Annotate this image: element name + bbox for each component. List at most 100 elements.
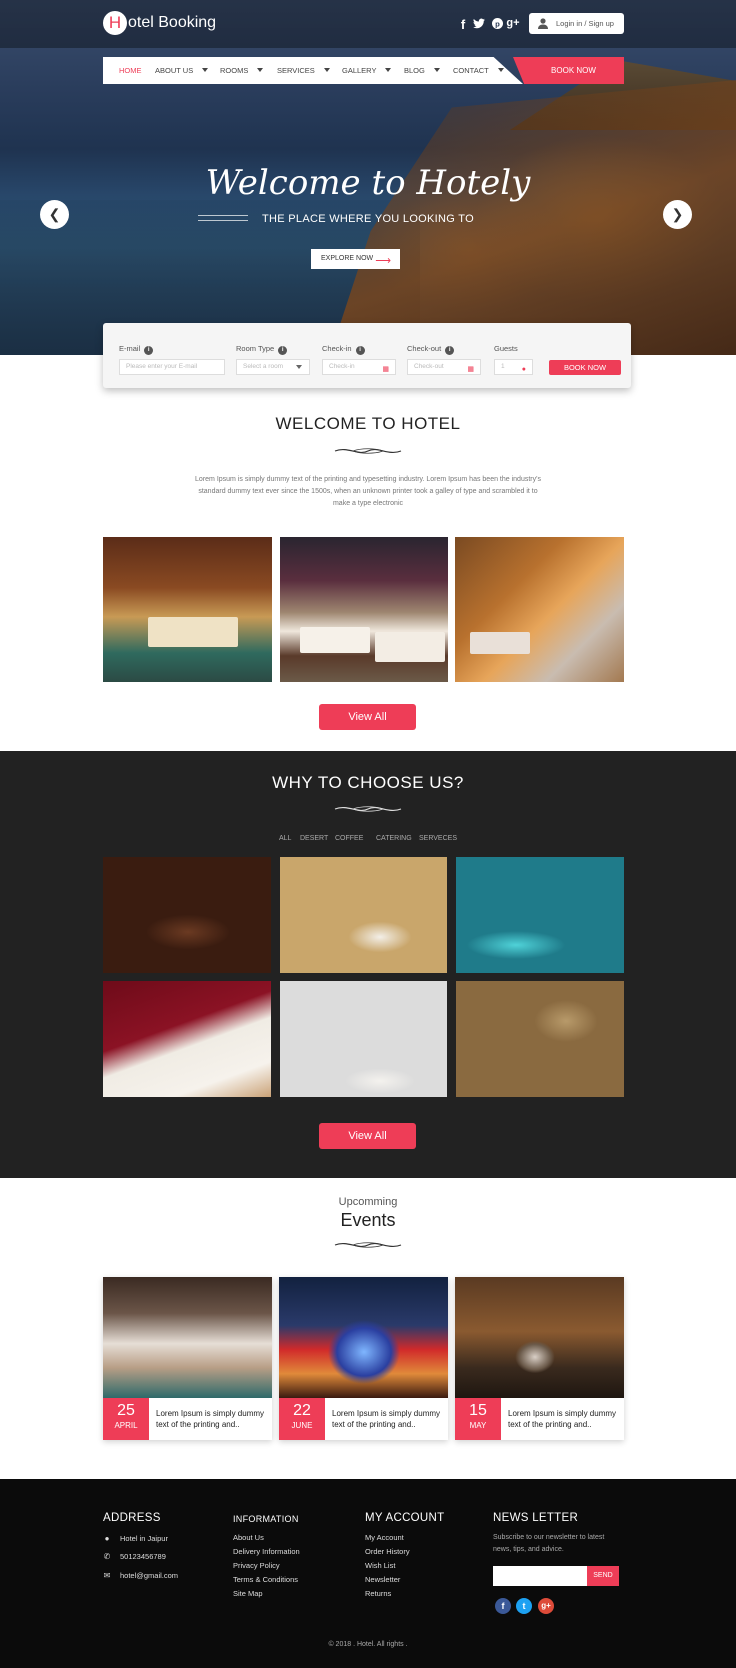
checkin-label: Check-in i: [322, 344, 365, 355]
footer-link-newsletter[interactable]: Newsletter: [365, 1575, 400, 1584]
gallery-tile-appetizer[interactable]: [103, 981, 271, 1097]
room-photo-2: [280, 537, 448, 682]
caret-down-icon: [202, 68, 209, 72]
facebook-icon[interactable]: f: [456, 17, 470, 32]
caret-down-icon: [296, 365, 302, 369]
chevron-left-icon[interactable]: ❮: [40, 200, 69, 229]
bed: [300, 627, 370, 653]
info-icon: i: [355, 346, 365, 355]
email-field[interactable]: Please enter your E-mail: [119, 359, 225, 375]
google-plus-icon[interactable]: g+: [538, 1598, 554, 1614]
gallery-tile-chef[interactable]: [280, 981, 447, 1097]
nav-services[interactable]: SERVICES: [277, 66, 330, 75]
calendar-icon: ▦: [382, 366, 389, 373]
logo-text[interactable]: otel Booking: [128, 14, 216, 32]
footer-account-heading: MY ACCOUNT: [365, 1512, 445, 1524]
event-text: Lorem Ipsum is simply dummy text of the …: [332, 1409, 441, 1429]
gallery-tile-pool[interactable]: [456, 857, 624, 973]
event-date: 22 JUNE: [279, 1398, 325, 1440]
filter-services[interactable]: SERVECES: [419, 835, 457, 842]
footer-location: Hotel in Jaipur: [120, 1534, 168, 1543]
footer-link-about-us[interactable]: About Us: [233, 1533, 264, 1542]
calendar-icon: ▦: [467, 366, 474, 373]
booking-submit-button[interactable]: BOOK NOW: [549, 360, 621, 375]
caret-down-icon: [385, 68, 392, 72]
login-signup-button[interactable]: Login in / Sign up: [529, 13, 624, 34]
event-date: 25 APRIL: [103, 1398, 149, 1440]
caret-down-icon: [323, 68, 330, 72]
nav-contact[interactable]: CONTACT: [453, 66, 504, 75]
event-image: [103, 1277, 272, 1398]
room-photo-1: [103, 537, 272, 682]
footer-link-my-account[interactable]: My Account: [365, 1533, 404, 1542]
footer-link-sitemap[interactable]: Site Map: [233, 1589, 263, 1598]
hero-subtitle: THE PLACE WHERE YOU LOOKING TO: [262, 213, 474, 225]
filter-desert[interactable]: DESERT: [300, 835, 328, 842]
explore-now-button[interactable]: EXPLORE NOW ⟶: [311, 249, 400, 269]
footer-information-heading: INFORMATION: [233, 1514, 299, 1524]
location-pin-icon: ●: [104, 1534, 110, 1543]
arrow-right-icon: ⟶: [375, 255, 391, 267]
nav-home[interactable]: HOME: [119, 66, 142, 75]
gallery-tile-dining[interactable]: [280, 857, 447, 973]
newsletter-send-button[interactable]: SEND: [587, 1566, 619, 1586]
footer-link-order-history[interactable]: Order History: [365, 1547, 410, 1556]
checkout-field[interactable]: Check-out ▦: [407, 359, 481, 375]
events-kicker: Upcomming: [338, 1196, 398, 1208]
user-icon: [538, 18, 548, 29]
checkin-field[interactable]: Check-in ▦: [322, 359, 396, 375]
svg-text:p: p: [495, 19, 500, 28]
room-type-label: Room Type i: [236, 344, 288, 355]
nav-about-us[interactable]: ABOUT US: [155, 66, 209, 75]
welcome-view-all-button[interactable]: View All: [319, 704, 416, 730]
gallery-tile-villa[interactable]: [456, 981, 624, 1097]
booking-form: [103, 323, 631, 388]
nav-gallery[interactable]: GALLERY: [342, 66, 392, 75]
google-plus-icon[interactable]: g+: [506, 17, 520, 29]
flourish-divider: [334, 806, 402, 812]
footer-email[interactable]: hotel@gmail.com: [120, 1571, 178, 1580]
footer-link-wish-list[interactable]: Wish List: [365, 1561, 395, 1570]
why-title: WHY TO CHOOSE US?: [272, 773, 464, 792]
why-view-all-button[interactable]: View All: [319, 1123, 416, 1149]
bed: [148, 617, 238, 647]
filter-coffee[interactable]: COFFEE: [335, 835, 363, 842]
footer-link-delivery[interactable]: Delivery Information: [233, 1547, 300, 1556]
newsletter-email-input[interactable]: [493, 1566, 587, 1586]
event-card[interactable]: 25 APRIL Lorem Ipsum is simply dummy text…: [103, 1277, 272, 1440]
footer-phone: 50123456789: [120, 1552, 166, 1561]
guests-field[interactable]: 1 ●: [494, 359, 533, 375]
footer-link-returns[interactable]: Returns: [365, 1589, 391, 1598]
filter-all[interactable]: ALL: [279, 835, 291, 842]
facebook-icon[interactable]: f: [495, 1598, 511, 1614]
envelope-icon: ✉: [103, 1571, 111, 1580]
filter-catering[interactable]: CATERING: [376, 835, 412, 842]
gallery-tile-steak[interactable]: [103, 857, 271, 973]
pinterest-icon[interactable]: p: [490, 17, 504, 32]
chevron-right-icon[interactable]: ❯: [663, 200, 692, 229]
footer-link-terms[interactable]: Terms & Conditions: [233, 1575, 298, 1584]
flourish-divider: [334, 448, 402, 454]
twitter-icon[interactable]: t: [516, 1598, 532, 1614]
event-card[interactable]: 22 JUNE Lorem Ipsum is simply dummy text …: [279, 1277, 448, 1440]
twitter-icon[interactable]: [472, 17, 486, 32]
nav-rooms[interactable]: ROOMS: [220, 66, 264, 75]
footer-newsletter-heading: NEWS LETTER: [493, 1512, 579, 1524]
info-icon: i: [278, 346, 288, 355]
room-type-select[interactable]: Select a room: [236, 359, 310, 375]
event-text: Lorem Ipsum is simply dummy text of the …: [508, 1409, 617, 1429]
event-image: [455, 1277, 624, 1398]
logo-mark[interactable]: H: [103, 11, 127, 35]
nav-blog[interactable]: BLOG: [404, 66, 440, 75]
caret-down-icon: [433, 68, 440, 72]
event-date: 15 MAY: [455, 1398, 501, 1440]
hero-title: Welcome to Hotely: [205, 163, 531, 203]
footer-link-privacy[interactable]: Privacy Policy: [233, 1561, 280, 1570]
welcome-text: Lorem Ipsum is simply dummy text of the …: [195, 476, 541, 507]
event-card[interactable]: 15 MAY Lorem Ipsum is simply dummy text o…: [455, 1277, 624, 1440]
info-icon: i: [445, 346, 455, 355]
flourish-divider: [334, 1242, 402, 1248]
email-label: E-mail i: [119, 344, 154, 355]
events-title: Events: [340, 1210, 396, 1230]
nav-book-now-button[interactable]: BOOK NOW: [513, 57, 624, 84]
